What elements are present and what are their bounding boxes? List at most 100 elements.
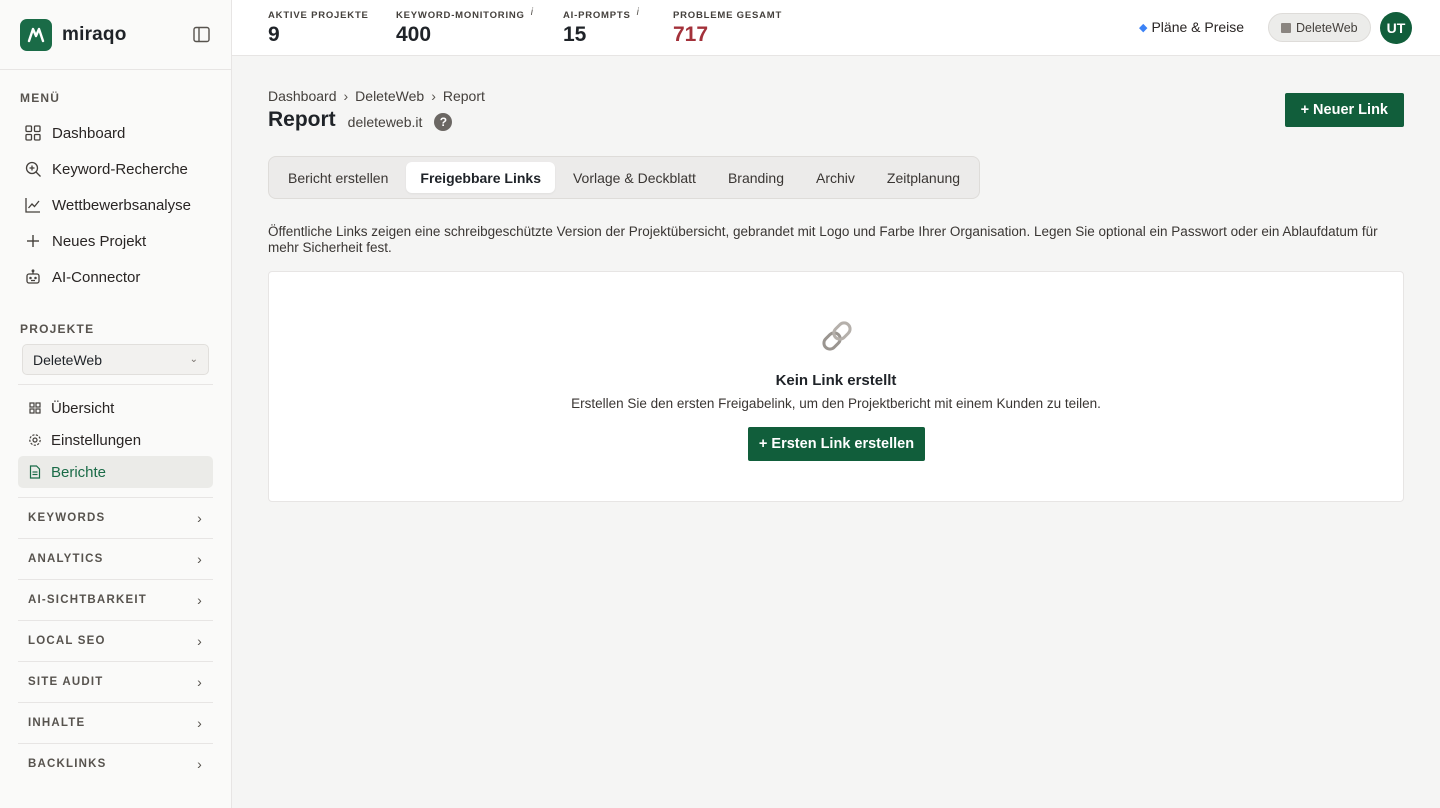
menu-item-neues-projekt[interactable]: Neues Projekt <box>14 223 217 259</box>
tab-zeitplanung[interactable]: Zeitplanung <box>873 162 974 193</box>
breadcrumb: Dashboard › DeleteWeb › Report <box>268 88 485 104</box>
sidebar-divider <box>18 384 213 385</box>
project-pill[interactable]: DeleteWeb <box>1268 13 1371 42</box>
breadcrumb-separator: › <box>431 88 436 104</box>
project-nav-berichte[interactable]: Berichte <box>18 456 213 488</box>
breadcrumb-project[interactable]: DeleteWeb <box>355 88 424 104</box>
link-icon <box>817 316 857 356</box>
info-icon[interactable]: i <box>637 7 640 18</box>
robot-icon <box>24 268 42 286</box>
plans-label: Pläne & Preise <box>1151 19 1245 35</box>
main-content: AKTIVE PROJEKTE 9 KEYWORD-MONITORING i 40… <box>232 0 1440 808</box>
sidebar-toggle-icon[interactable] <box>191 25 211 45</box>
menu-item-label: Neues Projekt <box>52 232 147 250</box>
stat-value: 9 <box>268 23 280 46</box>
stat-value: 717 <box>673 23 709 46</box>
project-nav-label: Übersicht <box>51 399 115 417</box>
gem-icon: ◆ <box>1139 21 1148 34</box>
group-label: BACKLINKS <box>28 758 107 770</box>
main-menu: Dashboard Keyword-Recherche Wettbewerbsa… <box>14 115 217 295</box>
chevron-down-icon: ⌄ <box>189 354 198 365</box>
brand-name: miraqo <box>62 23 127 45</box>
menu-section-label: MENÜ <box>20 91 61 105</box>
chevron-right-icon: › <box>197 592 203 608</box>
help-icon[interactable]: ? <box>434 113 453 131</box>
group-label: KEYWORDS <box>28 512 106 524</box>
tab-vorlage-deckblatt[interactable]: Vorlage & Deckblatt <box>559 162 710 193</box>
tab-description: Öffentliche Links zeigen eine schreibges… <box>268 224 1378 255</box>
chevron-right-icon: › <box>197 551 203 567</box>
menu-item-wettbewerbsanalyse[interactable]: Wettbewerbsanalyse <box>14 187 217 223</box>
group-inhalte[interactable]: INHALTE › <box>18 702 213 743</box>
building-icon <box>1281 22 1291 33</box>
project-nav-label: Einstellungen <box>51 431 142 449</box>
title-row: Report deleteweb.it ? <box>268 108 453 132</box>
stat-keyword-monitoring: KEYWORD-MONITORING i 400 <box>396 7 534 47</box>
menu-item-dashboard[interactable]: Dashboard <box>14 115 217 151</box>
tab-archiv[interactable]: Archiv <box>802 162 869 193</box>
projects-section-label: PROJEKTE <box>20 322 95 336</box>
info-icon[interactable]: i <box>531 7 534 18</box>
project-select[interactable]: DeleteWeb ⌄ <box>22 344 209 375</box>
menu-item-label: Keyword-Recherche <box>52 160 188 178</box>
menu-item-label: Wettbewerbsanalyse <box>52 196 191 214</box>
stat-value: 400 <box>396 23 432 46</box>
menu-item-ai-connector[interactable]: AI-Connector <box>14 259 217 295</box>
plans-link[interactable]: ◆ Pläne & Preise <box>1139 19 1244 35</box>
group-ai-sichtbarkeit[interactable]: AI-SICHTBARKEIT › <box>18 579 213 620</box>
gear-icon <box>28 433 42 447</box>
group-label: SITE AUDIT <box>28 676 104 688</box>
tab-branding[interactable]: Branding <box>714 162 798 193</box>
group-label: AI-SICHTBARKEIT <box>28 594 147 606</box>
group-label: INHALTE <box>28 717 86 729</box>
breadcrumb-current: Report <box>442 88 485 104</box>
empty-state-card: Kein Link erstellt Erstellen Sie den ers… <box>268 271 1404 502</box>
group-analytics[interactable]: ANALYTICS › <box>18 538 213 579</box>
empty-state-text: Erstellen Sie den ersten Freigabelink, u… <box>571 396 1101 411</box>
chevron-right-icon: › <box>197 756 203 772</box>
project-domain: deleteweb.it <box>347 114 423 130</box>
group-local-seo[interactable]: LOCAL SEO › <box>18 620 213 661</box>
chart-line-icon <box>24 196 42 214</box>
project-pill-label: DeleteWeb <box>1296 20 1358 35</box>
sidebar: miraqo MENÜ Dashboard Keyword-Recherche <box>0 0 232 808</box>
report-tabs: Bericht erstellen Freigebbare Links Vorl… <box>268 156 981 199</box>
project-nav: Übersicht Einstellungen Berichte <box>18 392 213 488</box>
stat-label: AKTIVE PROJEKTE <box>268 10 369 21</box>
chevron-right-icon: › <box>197 633 203 649</box>
new-link-button[interactable]: + Neuer Link <box>1284 93 1404 127</box>
chevron-right-icon: › <box>197 674 203 690</box>
group-site-audit[interactable]: SITE AUDIT › <box>18 661 213 702</box>
menu-item-label: AI-Connector <box>52 268 141 286</box>
project-nav-label: Berichte <box>51 463 107 481</box>
brand-logo[interactable] <box>20 18 52 51</box>
tab-bericht-erstellen[interactable]: Bericht erstellen <box>274 162 402 193</box>
stat-ai-prompts: AI-PROMPTS i 15 <box>563 7 640 47</box>
avatar[interactable]: UT <box>1380 12 1412 44</box>
document-icon <box>28 465 42 479</box>
project-nav-einstellungen[interactable]: Einstellungen <box>18 424 213 456</box>
topbar: AKTIVE PROJEKTE 9 KEYWORD-MONITORING i 40… <box>232 0 1440 56</box>
grid-small-icon <box>28 401 42 415</box>
chevron-right-icon: › <box>197 510 203 526</box>
brand-header: miraqo <box>0 0 231 70</box>
page-title: Report <box>268 108 336 131</box>
breadcrumb-dashboard[interactable]: Dashboard <box>268 88 337 104</box>
group-keywords[interactable]: KEYWORDS › <box>18 497 213 538</box>
stat-probleme-gesamt: PROBLEME GESAMT 717 <box>673 10 782 47</box>
stat-aktive-projekte: AKTIVE PROJEKTE 9 <box>268 10 369 47</box>
stat-label: KEYWORD-MONITORING <box>396 10 525 21</box>
tab-freigebbare-links[interactable]: Freigebbare Links <box>406 162 555 193</box>
grid-icon <box>24 124 42 142</box>
menu-item-label: Dashboard <box>52 124 126 142</box>
stat-label: PROBLEME GESAMT <box>673 10 783 21</box>
sidebar-groups: KEYWORDS › ANALYTICS › AI-SICHTBARKEIT ›… <box>18 497 213 784</box>
menu-item-keyword-recherche[interactable]: Keyword-Recherche <box>14 151 217 187</box>
create-first-link-button[interactable]: + Ersten Link erstellen <box>748 427 925 461</box>
empty-state-title: Kein Link erstellt <box>775 372 897 389</box>
project-nav-uebersicht[interactable]: Übersicht <box>18 392 213 424</box>
plus-icon <box>24 232 42 250</box>
stat-value: 15 <box>563 23 587 46</box>
group-label: ANALYTICS <box>28 553 104 565</box>
group-backlinks[interactable]: BACKLINKS › <box>18 743 213 784</box>
